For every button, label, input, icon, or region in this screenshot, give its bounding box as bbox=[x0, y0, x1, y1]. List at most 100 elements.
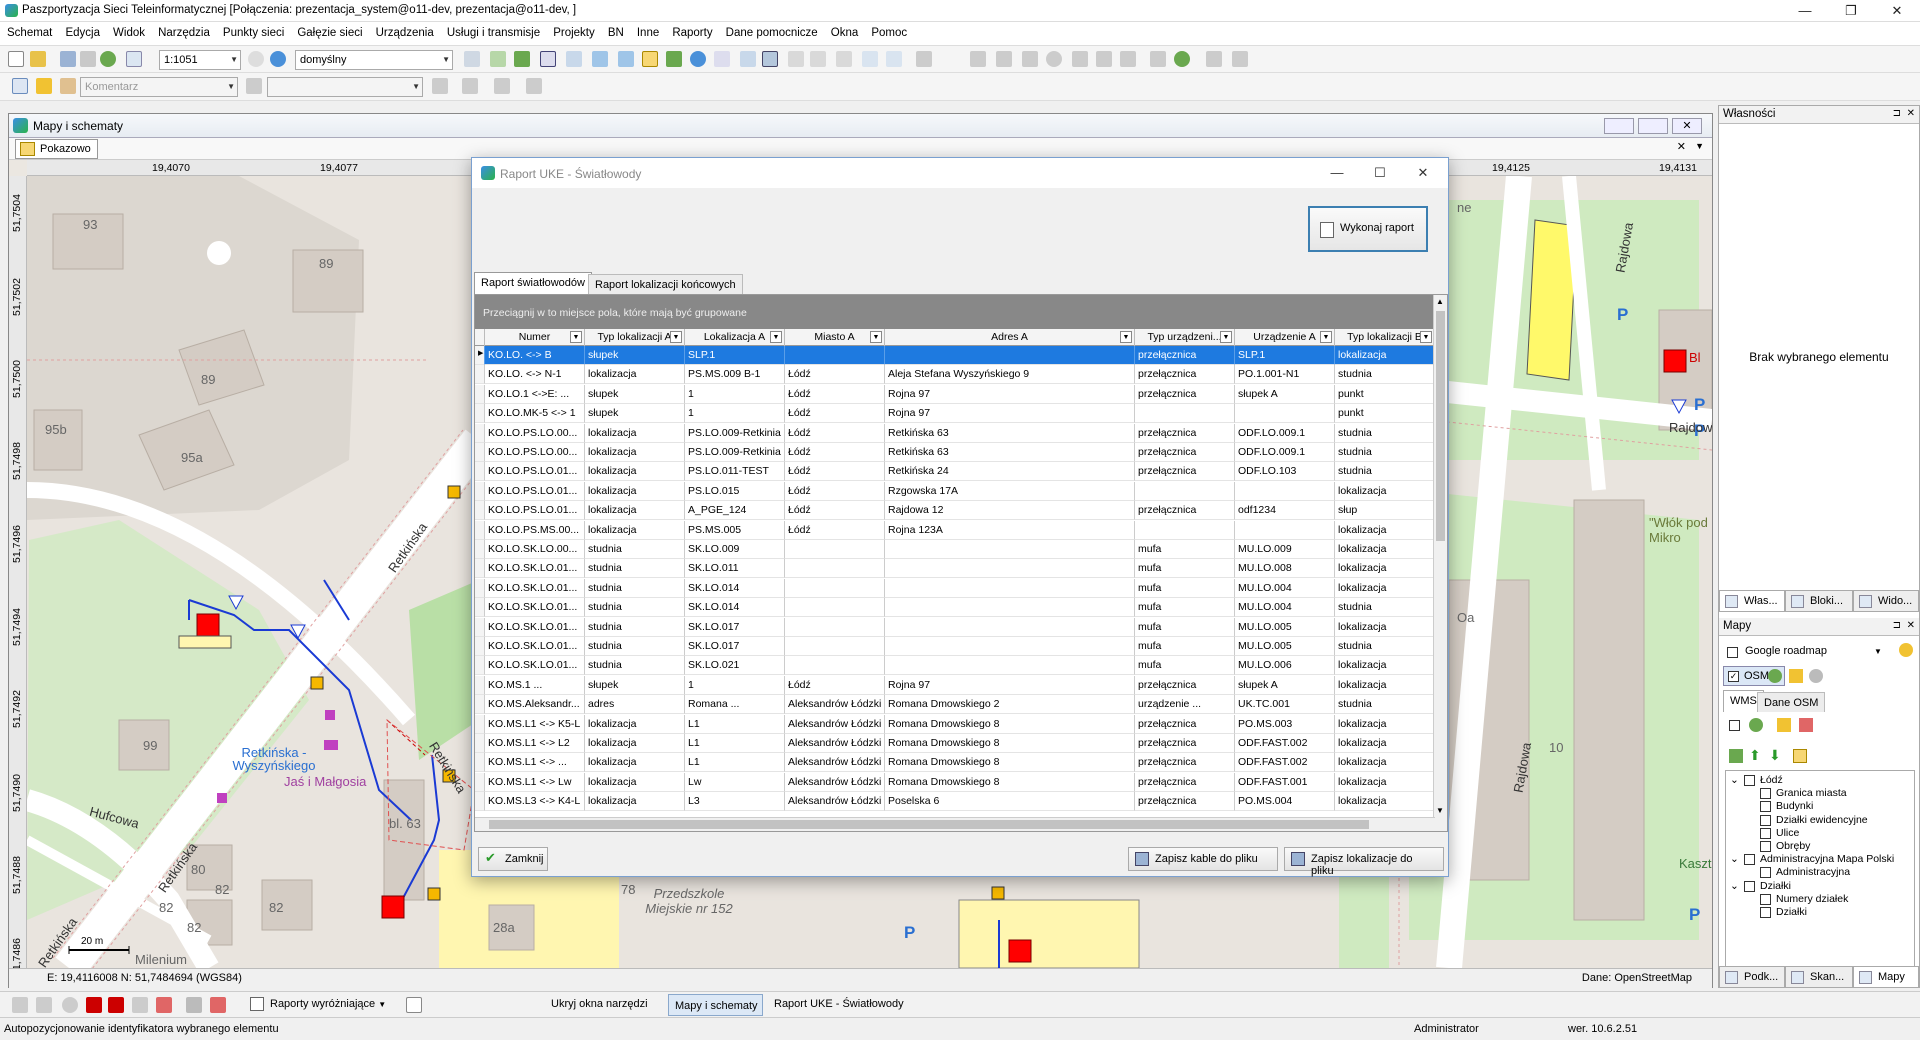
minimize-button[interactable]: — bbox=[1782, 0, 1828, 22]
tab-views[interactable]: Wido... bbox=[1853, 590, 1919, 612]
table-icon[interactable] bbox=[566, 51, 582, 67]
tree-item-checkbox[interactable] bbox=[1760, 827, 1771, 839]
tree-item-checkbox[interactable] bbox=[1744, 775, 1755, 786]
align-right-icon[interactable] bbox=[836, 51, 852, 67]
menu-raporty[interactable]: Raporty bbox=[667, 22, 717, 39]
menu-projekty[interactable]: Projekty bbox=[548, 22, 600, 39]
close-dialog-button[interactable]: ✔ Zamknij bbox=[478, 847, 548, 871]
open-folder-icon[interactable] bbox=[30, 51, 46, 67]
tree-expander-icon[interactable]: ⌄ bbox=[1730, 774, 1739, 786]
column-header[interactable]: Typ lokalizacji A ▼ bbox=[585, 329, 685, 346]
map-close-button[interactable]: ✕ bbox=[1672, 118, 1702, 134]
filter-icon[interactable]: ▼ bbox=[1320, 331, 1332, 343]
map-restore-button[interactable] bbox=[1638, 118, 1668, 134]
column-header[interactable]: Numer ▼ bbox=[485, 329, 585, 346]
dialog-maximize-button[interactable]: ☐ bbox=[1360, 161, 1400, 185]
group-by-area[interactable]: Przeciągnij w to miejsce pola, które maj… bbox=[475, 295, 1447, 329]
map-minimize-button[interactable] bbox=[1604, 118, 1634, 134]
scroll-thumb[interactable] bbox=[1436, 311, 1445, 541]
table-row[interactable]: KO.LO.SK.LO.01... studnia SK.LO.017 mufa MU.… bbox=[475, 617, 1435, 637]
tree-item-checkbox[interactable] bbox=[1760, 893, 1771, 905]
osm-checkbox[interactable]: ✓ bbox=[1728, 671, 1739, 682]
distribute-icon[interactable] bbox=[862, 51, 878, 67]
pin-icon[interactable]: ⊐ bbox=[1893, 108, 1901, 119]
align-left-icon[interactable] bbox=[788, 51, 804, 67]
move-up-icon[interactable]: ⬆ bbox=[1749, 747, 1761, 764]
column-header[interactable]: Miasto A ▼ bbox=[785, 329, 885, 346]
menu-edycja[interactable]: Edycja bbox=[60, 22, 105, 39]
dialog-minimize-button[interactable]: — bbox=[1317, 161, 1357, 185]
task-report-button[interactable]: Raport UKE - Światłowody bbox=[774, 998, 904, 1010]
table-row[interactable]: KO.LO.SK.LO.01... studnia SK.LO.014 mufa MU.… bbox=[475, 598, 1435, 618]
pointer-icon[interactable] bbox=[12, 78, 28, 94]
table-row[interactable]: ▶ KO.LO. <-> Bsłupek SLP.1 przełącznica SLP.… bbox=[475, 346, 1435, 365]
layer-icon[interactable] bbox=[464, 51, 480, 67]
table-row[interactable]: KO.LO.1 <->E: ... słupek 1 Łódź Rojna 97 prze… bbox=[475, 384, 1435, 404]
new-schema-icon[interactable] bbox=[8, 51, 24, 67]
table-row[interactable]: KO.LO.PS.LO.00... lokalizacja PS.LO.009-Re… bbox=[475, 443, 1435, 462]
grid-tool-icon[interactable] bbox=[186, 997, 202, 1013]
google-roadmap-checkbox[interactable] bbox=[1727, 647, 1738, 658]
network-icon[interactable] bbox=[592, 51, 608, 67]
menu-pomoc[interactable]: Pomoc bbox=[866, 22, 912, 39]
checkbox-tool-icon[interactable] bbox=[406, 997, 422, 1013]
task-maps-button[interactable]: Mapy i schematy bbox=[668, 994, 763, 1016]
select-area-icon[interactable] bbox=[642, 51, 658, 67]
tab-end-locations-report[interactable]: Raport lokalizacji końcowych bbox=[588, 274, 743, 294]
move-icon[interactable] bbox=[886, 51, 902, 67]
grid-horizontal-scrollbar[interactable] bbox=[475, 817, 1435, 831]
dialog-close-button[interactable]: ✕ bbox=[1403, 161, 1443, 185]
table-row[interactable]: KO.MS.L1 <-> Lw lokalizacja Lw Aleksandrów … bbox=[475, 772, 1435, 792]
filter-icon[interactable]: ▼ bbox=[1420, 331, 1432, 343]
table-view-icon[interactable] bbox=[740, 51, 756, 67]
branch-icon[interactable] bbox=[618, 51, 634, 67]
map-green-icon[interactable] bbox=[666, 51, 682, 67]
table-row[interactable]: KO.MS.1 ... słupek 1 Łódź Rojna 97 przełączni… bbox=[475, 675, 1435, 695]
column-header[interactable]: Urządzenie A ▼ bbox=[1235, 329, 1335, 346]
table-row[interactable]: KO.LO.PS.LO.01... lokalizacja PS.LO.011-TE… bbox=[475, 462, 1435, 482]
layer-green-icon[interactable] bbox=[514, 51, 530, 67]
column-header[interactable]: Lokalizacja A ▼ bbox=[685, 329, 785, 346]
tabs-close-icon[interactable]: ✕ bbox=[1677, 140, 1686, 153]
table-row[interactable]: KO.MS.Aleksandr... adres Romana ... Aleksan… bbox=[475, 695, 1435, 715]
scale-combo[interactable]: 1:1051 ▼ bbox=[159, 50, 241, 70]
layer-settings-icon[interactable] bbox=[1809, 669, 1823, 683]
grid-vertical-scrollbar[interactable]: ▲ ▼ bbox=[1433, 295, 1447, 831]
wms-edit-icon[interactable] bbox=[1777, 718, 1791, 732]
close-button[interactable]: ✕ bbox=[1874, 0, 1920, 22]
column-header[interactable]: Typ urządzeni... ▼ bbox=[1135, 329, 1235, 346]
grid-icon[interactable] bbox=[540, 51, 556, 67]
menu-inne[interactable]: Inne bbox=[632, 22, 664, 39]
tabs-dropdown-icon[interactable]: ▼ bbox=[1695, 141, 1704, 151]
hide-tools-button[interactable]: Ukryj okna narzędzi bbox=[551, 998, 648, 1010]
table-row[interactable]: KO.LO. <-> N-1 lokalizacja PS.MS.009 B-1 Łó… bbox=[475, 365, 1435, 385]
wms-remove-icon[interactable] bbox=[1799, 718, 1813, 732]
tab-properties[interactable]: Włas... bbox=[1719, 590, 1785, 612]
tree-item-checkbox[interactable] bbox=[1744, 880, 1755, 892]
tab-pokazowo[interactable]: Pokazowo bbox=[15, 139, 98, 159]
layer-edit-icon[interactable] bbox=[1789, 669, 1803, 683]
save-locations-button[interactable]: Zapisz lokalizacje do pliku bbox=[1284, 847, 1444, 877]
panel-close-icon[interactable]: ✕ bbox=[1907, 108, 1915, 119]
menu-widok[interactable]: Widok bbox=[108, 22, 150, 39]
pencil-icon[interactable] bbox=[36, 78, 52, 94]
table-row[interactable]: KO.LO.SK.LO.01... studnia SK.LO.021 mufa MU.… bbox=[475, 656, 1435, 676]
pin-icon[interactable]: ⊐ bbox=[1893, 620, 1901, 631]
menu-dane-pomocnicze[interactable]: Dane pomocnicze bbox=[721, 22, 823, 39]
layer-map-icon[interactable] bbox=[1793, 749, 1807, 763]
tree-item-checkbox[interactable] bbox=[1744, 854, 1755, 866]
globe-icon[interactable] bbox=[690, 51, 706, 67]
menu-bn[interactable]: BN bbox=[603, 22, 629, 39]
table-row[interactable]: KO.LO.PS.LO.01... lokalizacja A_PGE_124 Łód… bbox=[475, 501, 1435, 521]
chevron-down-icon[interactable]: ▼ bbox=[1874, 647, 1882, 656]
save-icon[interactable] bbox=[60, 51, 76, 67]
table-row[interactable]: KO.LO.SK.LO.01... studnia SK.LO.014 mufa MU.… bbox=[475, 578, 1435, 598]
key-icon[interactable] bbox=[1899, 643, 1913, 657]
menu-uslugi[interactable]: Usługi i transmisje bbox=[442, 22, 545, 39]
layout-icon[interactable] bbox=[714, 51, 730, 67]
table-row[interactable]: KO.LO.PS.MS.00... lokalizacja PS.MS.005 Łód… bbox=[475, 520, 1435, 540]
tab-podklady[interactable]: Podk... bbox=[1719, 966, 1785, 988]
table-edit-icon[interactable] bbox=[762, 51, 778, 67]
zoom-icon[interactable] bbox=[248, 51, 264, 67]
tab-fiber-report[interactable]: Raport światłowodów bbox=[474, 272, 592, 294]
